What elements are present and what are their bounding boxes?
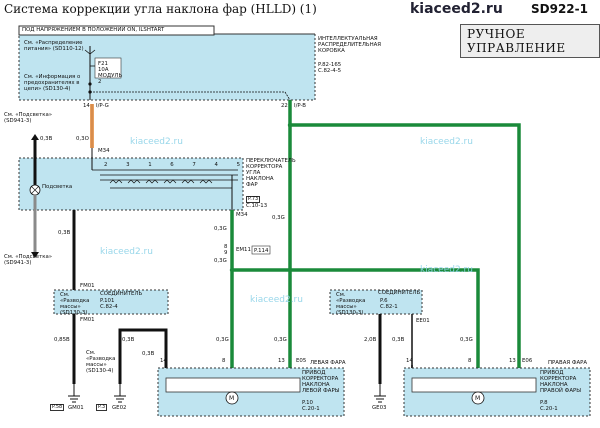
switch-ref1: P.73 [246,196,261,203]
wire-right-b2: 0,3B [392,337,405,343]
power-note: ПОД НАПРЯЖЕНИЕМ В ПОЛОЖЕНИИ ON, ILSHTART [22,27,165,33]
wire-right-b: 2,0B [364,337,377,343]
em11-ref: P.114 [254,248,269,254]
watermark-3: kiaceed2.ru [100,247,153,257]
right-lamp-ref2: C.20-1 [540,406,558,412]
switch-conn-top: M34 [98,148,110,154]
connector-left-bottom: FM01 [80,317,95,323]
switch-name: ПЕРЕКЛЮЧАТЕЛЬ КОРРЕКТОРА УГЛА НАКЛОНА ФА… [246,158,296,188]
left-lamp-pin-14: 14 [160,358,167,364]
watermark-2: kiaceed2.ru [420,137,473,147]
right-lamp-name: ПРИВОД КОРРЕКТОРА НАКЛОНА ПРАВОЙ ФАРЫ [540,370,582,394]
smart-box-ref2: C.82-4-5 [318,68,342,74]
ground-2-label: GE02 [112,405,127,411]
green-wire-cross [232,268,480,370]
switch-pin: 2 [104,162,108,168]
watermark-1: kiaceed2.ru [130,137,183,147]
right-lamp-pin-8: 8 [468,358,472,364]
left-lamp-conn: E05 [296,358,307,364]
switch-pins-top: 2 3 1 6 7 4 5 [104,162,240,168]
left-lamp-name: ПРИВОД КОРРЕКТОРА НАКЛОНА ЛЕВОЙ ФАРЫ [302,370,340,394]
wire-black-switch-bottom: 0,3B [58,230,71,236]
right-lamp-title: ПРАВАЯ ФАРА [548,360,588,366]
see-power-distribution: См. «Распределение питания» (SD110-12) [24,40,84,52]
ijb-conn-left: I/P-G [96,103,109,109]
right-lamp-pin-13: 13 [509,358,516,364]
ground-2-ref: P.3 [96,404,108,411]
see-fuse-info: См. «Информация о предохранителях в цепи… [24,74,81,92]
watermark-4: kiaceed2.ru [250,295,303,305]
wire-gm-b3: 0,3B [142,351,155,357]
left-lamp-title: ЛЕВАЯ ФАРА [310,360,346,366]
switch-pin: 3 [126,162,130,168]
watermark-5: kiaceed2.ru [420,265,473,275]
wire-green-c: 0,3G [272,215,285,221]
left-lamp-pin-13: 13 [278,358,285,364]
smart-box-name: ИНТЕЛЛЕКТУАЛЬНАЯ РАСПРЕДЕЛИТЕЛЬНАЯ КОРОБ… [318,36,382,54]
see-backlight-top: См. «Подсветка» (SD941-3) [4,112,53,124]
connector-right-see: См. «Разводка массы» (SD130-3) [336,292,366,316]
switch-pin: 4 [214,162,218,168]
see-backlight-bottom: См. «Подсветка» (SD941-3) [4,254,53,266]
connector-right-bottom: EE01 [416,318,430,324]
ground-3-label: GE03 [372,405,387,411]
connector-left-see: См. «Разводка массы» (SD130-3) [60,292,90,316]
connector-right-title: СОЕДИНИТЕЛЬ [378,290,421,296]
ijb-pin-left: 14 [83,103,90,109]
wire-green-e: 0,3G [274,337,287,343]
switch-pin: 1 [148,162,152,168]
switch-pin: 6 [170,162,174,168]
green-wire-ijb [288,100,521,370]
connector-left-title: СОЕДИНИТЕЛЬ [100,291,143,297]
ijb-conn-right: I/P-B [294,103,306,109]
wire-green-b: 0,3G [214,258,227,264]
svg-text:M: M [229,395,234,402]
right-lamp-conn: E06 [522,358,533,364]
see-ground-mid: См. «Разводка массы» (SD130-4) [86,350,116,374]
fuse-label: F21 10A МОДУЛЬ 2 [98,61,123,85]
left-lamp-ref2: C.20-1 [302,406,320,412]
connector-right-ref2: C.82-1 [380,304,398,310]
wire-gm-b1: 0,85B [54,337,70,343]
svg-text:M: M [475,395,480,402]
switch-conn-bottom: M34 [236,212,248,218]
left-lamp-pin-8: 8 [222,358,226,364]
wire-black-left-top: 0,3B [40,136,53,142]
ground-1-label: GM01 [68,405,84,411]
wire-orange-label: 0,3O [76,136,89,142]
wire-gm-b2: 0,3B [122,337,135,343]
em11-label: EM11 [236,247,251,253]
wire-green-a: 0,3G [214,226,227,232]
switch-pin: 5 [236,162,240,168]
switch-ref2: C.10-13 [246,203,268,209]
ijb-pin-right: 22 [281,103,288,109]
backlight-label: Подсветка [42,184,73,190]
switch-pin: 7 [192,162,196,168]
wire-green-f: 0,3G [460,337,473,343]
right-lamp-pin-14: 14 [406,358,413,364]
connector-left-top: FM01 [80,283,95,289]
wire-pin9: 9 [224,250,228,256]
wire-green-d: 0,3G [216,337,229,343]
ground-1-ref: P.58 [50,404,65,411]
connector-left-ref2: C.82-4 [100,304,118,310]
